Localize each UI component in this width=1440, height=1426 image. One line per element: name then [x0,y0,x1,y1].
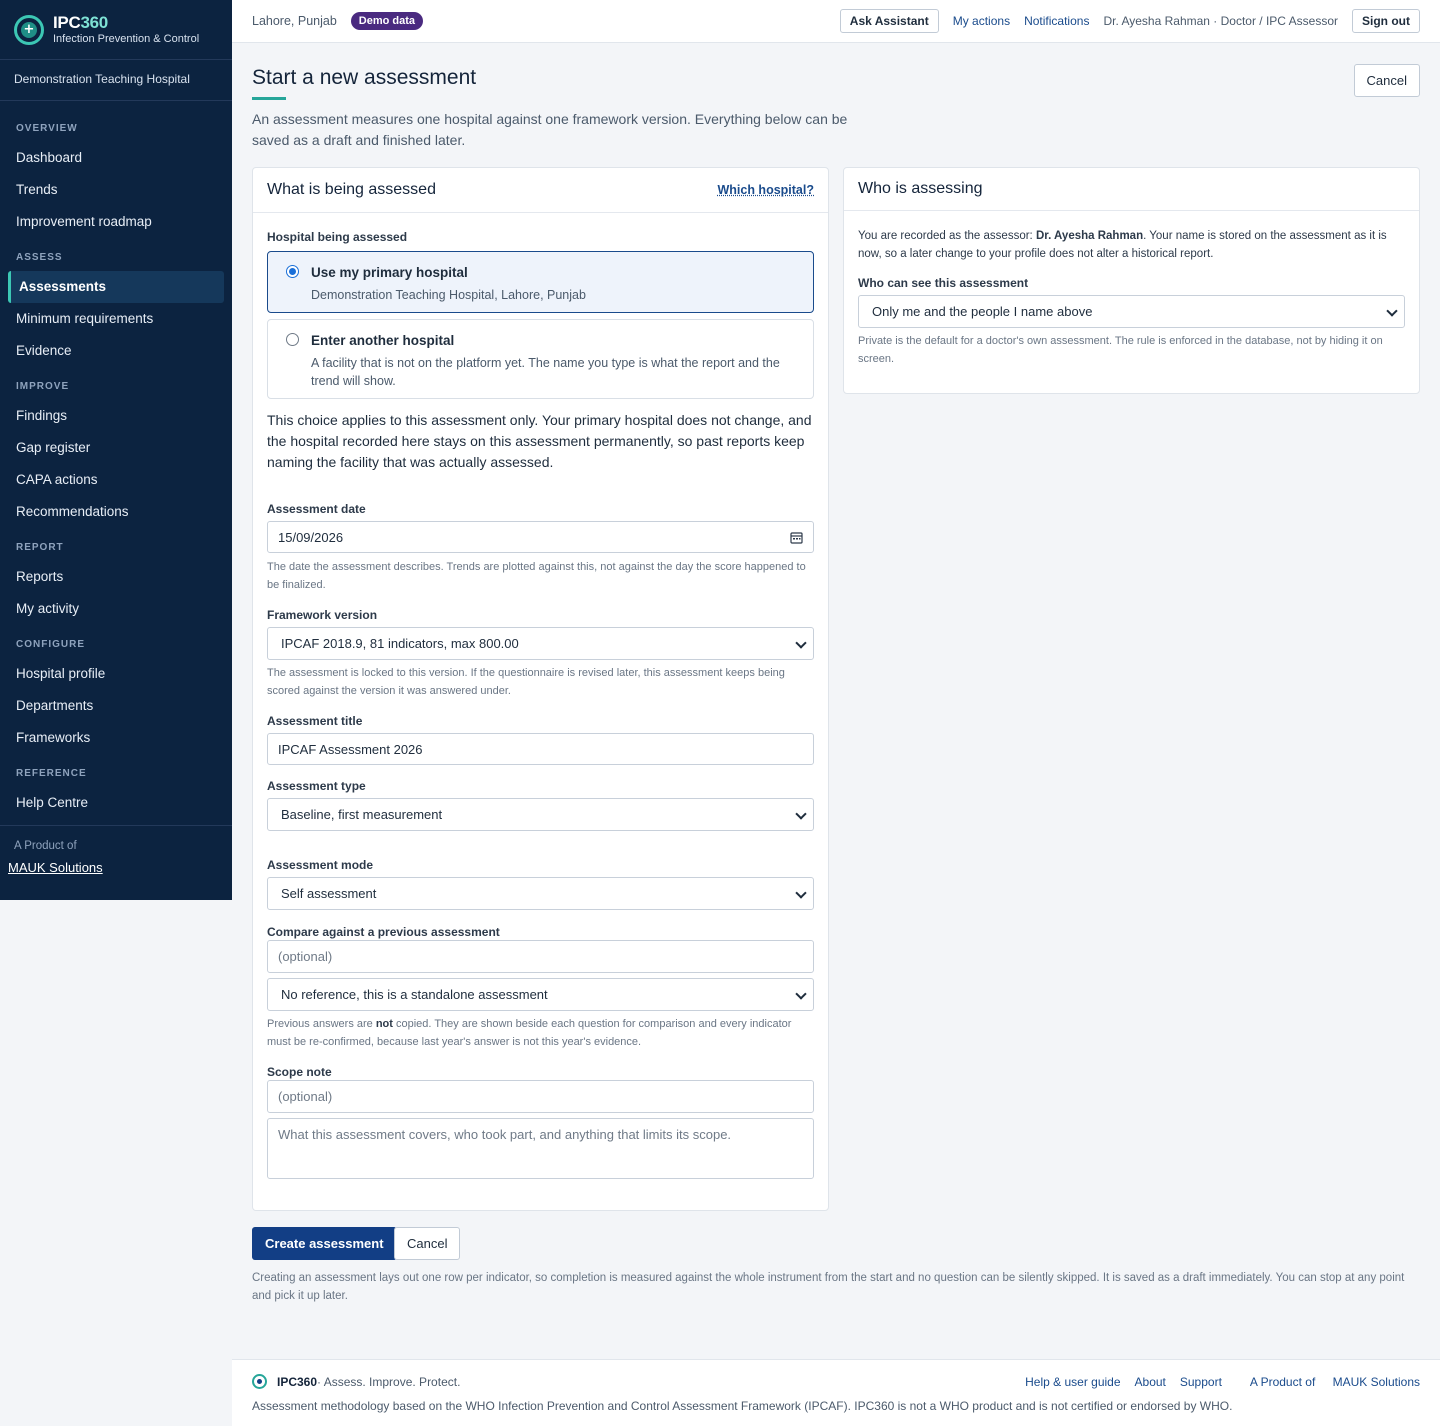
nav-section-overview: OVERVIEW [16,123,78,134]
radio-primary-desc: Demonstration Teaching Hospital, Lahore,… [311,288,586,302]
nav-section-assess: ASSESS [16,252,63,263]
ipc360-footer-logo-icon [252,1374,267,1389]
visibility-label: Who can see this assessment [858,276,1029,290]
card-heading-assessed: What is being assessed [267,181,436,198]
footer-link-about[interactable]: About [1135,1375,1166,1389]
sidebar-item-assessments[interactable]: Assessments [8,271,224,303]
nav-section-report: REPORT [16,542,64,553]
product-of-label: A Product of [0,825,232,852]
which-hospital-link[interactable]: Which hospital? [717,183,814,197]
assessment-date-label: Assessment date [267,502,366,516]
assessment-mode-label: Assessment mode [267,858,374,872]
assessment-type-label: Assessment type [267,779,366,793]
my-actions-link[interactable]: My actions [953,14,1010,28]
brand-subtitle: Infection Prevention & Control [53,32,200,45]
choice-note: This choice applies to this assessment o… [267,412,812,470]
visibility-help: Private is the default for a doctor's ow… [858,335,1383,365]
location-label: Lahore, Punjab [252,14,337,28]
sidebar-item-gap-register[interactable]: Gap register [0,432,232,464]
brand-name: IPC360 [53,12,108,32]
sidebar-item-frameworks[interactable]: Frameworks [0,722,232,754]
what-is-being-assessed-card: What is being assessed Which hospital? H… [252,167,829,1211]
nav-section-improve: IMPROVE [16,381,70,392]
footer-product-of: A Product of MAUK Solutions [1249,1374,1420,1389]
sidebar-item-hospital-profile[interactable]: Hospital profile [0,658,232,690]
create-assessment-button[interactable]: Create assessment [252,1227,397,1260]
sidebar-item-findings[interactable]: Findings [0,400,232,432]
scope-note-textarea[interactable]: What this assessment covers, who took pa… [267,1118,814,1179]
who-is-assessing-card: Who is assessing You are recorded as the… [843,167,1420,394]
title-underline [252,97,286,100]
nav-section-configure: CONFIGURE [16,639,85,650]
radio-primary-button[interactable] [286,265,299,278]
sidebar-item-recommendations[interactable]: Recommendations [0,496,232,528]
radio-primary-hospital[interactable]: Use my primary hospital Demonstration Te… [267,251,814,313]
sidebar-item-trends[interactable]: Trends [0,174,232,206]
radio-primary-title: Use my primary hospital [311,265,468,280]
footer-link-support[interactable]: Support [1180,1375,1222,1389]
card-heading-assessing: Who is assessing [844,168,1419,211]
scope-note-short-input[interactable]: (optional) [267,1080,814,1113]
visibility-select[interactable]: Only me and the people I name above [858,295,1405,328]
framework-version-label: Framework version [267,608,378,622]
footer-disclaimer: Assessment methodology based on the WHO … [252,1399,1233,1413]
assessment-type-select[interactable]: Baseline, first measurement [267,798,814,831]
framework-version-help: The assessment is locked to this version… [267,667,785,697]
sidebar-hospital-name: Demonstration Teaching Hospital [0,60,232,101]
compare-label: Compare against a previous assessment [267,925,500,939]
create-note: Creating an assessment lays out one row … [252,1272,1405,1302]
cancel-button-bottom[interactable]: Cancel [394,1227,461,1260]
sign-out-button[interactable]: Sign out [1352,9,1420,33]
compare-search-input[interactable]: (optional) [267,940,814,973]
radio-other-desc: A facility that is not on the platform y… [311,356,780,388]
footer-mauk-link[interactable]: MAUK Solutions [1333,1375,1420,1389]
sidebar-item-capa-actions[interactable]: CAPA actions [0,464,232,496]
sidebar-item-evidence[interactable]: Evidence [0,335,232,367]
assessment-title-label: Assessment title [267,714,363,728]
hospital-label: Hospital being assessed [267,230,408,244]
assessment-title-input[interactable]: IPCAF Assessment 2026 [267,733,814,765]
radio-other-button[interactable] [286,333,299,346]
framework-version-select[interactable]: IPCAF 2018.9, 81 indicators, max 800.00 [267,627,814,660]
sidebar: IPC360 Infection Prevention & Control De… [0,0,232,900]
top-bar: Lahore, Punjab Demo data Ask Assistant M… [232,0,1440,43]
current-user: Dr. Ayesha Rahman · Doctor / IPC Assesso… [1103,14,1338,28]
ipc360-logo-icon [14,14,44,45]
footer-brand: IPC360 [277,1374,318,1389]
cancel-button-top[interactable]: Cancel [1353,64,1420,97]
demo-data-badge: Demo data [350,12,424,30]
assessment-date-help: The date the assessment describes. Trend… [267,561,806,591]
radio-other-title: Enter another hospital [311,333,455,348]
sidebar-item-reports[interactable]: Reports [0,561,232,593]
mauk-solutions-link[interactable]: MAUK Solutions [0,852,232,875]
notifications-link[interactable]: Notifications [1024,14,1089,28]
sidebar-item-departments[interactable]: Departments [0,690,232,722]
compare-select[interactable]: No reference, this is a standalone asses… [267,978,814,1011]
nav-section-reference: REFERENCE [16,768,87,779]
sidebar-item-improvement-roadmap[interactable]: Improvement roadmap [0,206,232,238]
footer-tagline: · Assess. Improve. Protect. [317,1374,461,1389]
sidebar-item-dashboard[interactable]: Dashboard [0,142,232,174]
calendar-icon[interactable] [790,531,803,544]
assessment-date-input[interactable]: 15/09/2026 [267,521,814,553]
assessor-note: You are recorded as the assessor: Dr. Ay… [858,230,1387,260]
page-intro: An assessment measures one hospital agai… [252,111,848,148]
sidebar-item-my-activity[interactable]: My activity [0,593,232,625]
page-title: Start a new assessment [252,66,477,89]
footer: IPC360 · Assess. Improve. Protect. Help … [232,1359,1440,1426]
brand[interactable]: IPC360 Infection Prevention & Control [0,0,232,60]
ask-assistant-button[interactable]: Ask Assistant [839,9,939,33]
scope-note-label: Scope note [267,1065,332,1079]
footer-link-help[interactable]: Help & user guide [1025,1375,1120,1389]
assessment-mode-select[interactable]: Self assessment [267,877,814,910]
radio-other-hospital[interactable]: Enter another hospital A facility that i… [267,319,814,399]
compare-help: Previous answers are not copied. They ar… [267,1018,792,1048]
sidebar-item-minimum-requirements[interactable]: Minimum requirements [0,303,232,335]
sidebar-item-help-centre[interactable]: Help Centre [0,787,232,819]
